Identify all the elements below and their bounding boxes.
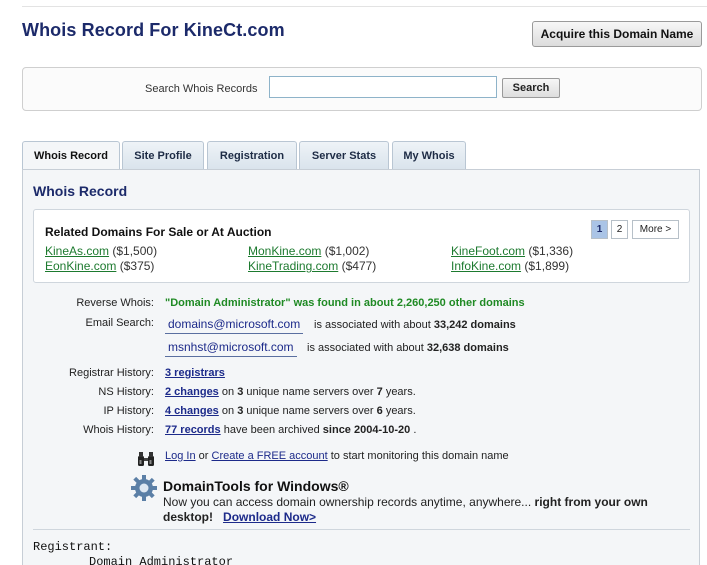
related-domains-title: Related Domains For Sale or At Auction	[45, 225, 272, 239]
related-domain-item: MonKine.com ($1,002)	[248, 244, 369, 258]
related-domain-link[interactable]: KineAs.com	[45, 244, 109, 258]
log-in-link[interactable]: Log In	[165, 450, 196, 462]
ip-history-text: years.	[385, 405, 416, 417]
registrar-history-value: 3 registrars	[165, 367, 225, 379]
ns-history-years: 7	[376, 386, 383, 398]
related-domain-price: ($375)	[119, 259, 155, 273]
monitor-text: or	[198, 450, 209, 462]
search-bar: Search Whois Records Search	[22, 67, 702, 111]
email-association-prefix: is associated with about	[314, 319, 431, 331]
ns-history-label: NS History:	[98, 386, 154, 398]
ns-history-link[interactable]: 2 changes	[165, 386, 219, 398]
gear-icon	[131, 475, 157, 501]
monitor-text: to start monitoring this domain name	[330, 450, 509, 462]
related-domain-item: EonKine.com ($375)	[45, 259, 154, 273]
ip-history-link[interactable]: 4 changes	[165, 405, 219, 417]
monitor-row: Log In or Create a FREE account to start…	[165, 450, 509, 462]
whois-history-value: 77 records have been archived since 2004…	[165, 424, 416, 436]
registrar-history-link[interactable]: 3 registrars	[165, 367, 225, 379]
download-now-link[interactable]: Download Now>	[223, 510, 316, 524]
related-domain-price: ($1,899)	[524, 259, 570, 273]
whois-history-since: since 2004-10-20	[322, 424, 411, 436]
related-domain-item: KineFoot.com ($1,336)	[451, 244, 573, 258]
create-account-link[interactable]: Create a FREE account	[212, 450, 328, 462]
email-link-1[interactable]: domains@microsoft.com	[165, 317, 304, 334]
registrant-name: Domain Administrator	[89, 555, 234, 565]
divider	[33, 529, 690, 530]
reverse-whois-value[interactable]: "Domain Administrator" was found in abou…	[165, 297, 525, 309]
acquire-domain-button[interactable]: Acquire this Domain Name	[532, 21, 702, 47]
related-domain-link[interactable]: KineTrading.com	[248, 259, 338, 273]
search-input[interactable]	[269, 76, 497, 98]
ip-history-text: on	[221, 405, 235, 417]
ip-history-value: 4 changes on 3 unique name servers over …	[165, 405, 416, 417]
domaintools-desc-text: Now you can access domain ownership reco…	[163, 495, 532, 509]
top-rule	[22, 6, 707, 7]
panel-title: Whois Record	[33, 183, 128, 199]
email-search-label: Email Search:	[85, 317, 154, 329]
domaintools-title: DomainTools for Windows®	[163, 478, 349, 494]
email-association-count: 33,242 domains	[433, 319, 516, 331]
ns-history-text: years.	[385, 386, 416, 398]
ns-history-text: on	[221, 386, 235, 398]
registrant-label: Registrant:	[33, 540, 113, 554]
related-domain-item: KineAs.com ($1,500)	[45, 244, 157, 258]
ns-history-value: 2 changes on 3 unique name servers over …	[165, 386, 416, 398]
related-domain-price: ($1,336)	[528, 244, 574, 258]
more-button[interactable]: More >	[632, 220, 679, 239]
related-domain-link[interactable]: InfoKine.com	[451, 259, 521, 273]
tab-site-profile[interactable]: Site Profile	[122, 141, 204, 170]
ip-history-label: IP History:	[103, 405, 154, 417]
ns-history-text: unique name servers over	[246, 386, 374, 398]
related-domain-price: ($1,002)	[324, 244, 370, 258]
ip-history-years: 6	[376, 405, 383, 417]
registrar-history-label: Registrar History:	[69, 367, 154, 379]
ns-history-count: 3	[237, 386, 244, 398]
email-link-2[interactable]: msnhst@microsoft.com	[165, 340, 297, 357]
ip-history-text: unique name servers over	[246, 405, 374, 417]
whois-panel: Whois Record Related Domains For Sale or…	[22, 169, 700, 565]
reverse-whois-label: Reverse Whois:	[76, 297, 154, 309]
binoculars-icon	[138, 452, 154, 466]
email-association-1: is associated with about 33,242 domains	[314, 319, 516, 331]
related-domain-item: InfoKine.com ($1,899)	[451, 259, 569, 273]
tab-whois-record[interactable]: Whois Record	[22, 141, 120, 171]
tab-my-whois[interactable]: My Whois	[392, 141, 466, 170]
email-association-2: is associated with about 32,638 domains	[307, 342, 509, 354]
search-label: Search Whois Records	[145, 83, 258, 95]
email-association-prefix: is associated with about	[307, 342, 424, 354]
related-domains-box: Related Domains For Sale or At Auction 1…	[33, 209, 690, 283]
email-association-count: 32,638 domains	[426, 342, 509, 354]
ip-history-count: 3	[237, 405, 244, 417]
search-button[interactable]: Search	[502, 78, 560, 98]
tab-server-stats[interactable]: Server Stats	[299, 141, 389, 170]
whois-history-label: Whois History:	[83, 424, 154, 436]
related-domain-price: ($1,500)	[112, 244, 158, 258]
domaintools-description: Now you can access domain ownership reco…	[163, 495, 683, 525]
whois-history-link[interactable]: 77 records	[165, 424, 221, 436]
related-domain-link[interactable]: KineFoot.com	[451, 244, 525, 258]
whois-history-text: have been archived	[223, 424, 320, 436]
related-domain-link[interactable]: EonKine.com	[45, 259, 116, 273]
related-domain-item: KineTrading.com ($477)	[248, 259, 376, 273]
page-1-button[interactable]: 1	[591, 220, 608, 239]
page-2-button[interactable]: 2	[611, 220, 628, 239]
whois-history-text: .	[413, 424, 417, 436]
tab-registration[interactable]: Registration	[207, 141, 297, 170]
related-domain-link[interactable]: MonKine.com	[248, 244, 321, 258]
page-title: Whois Record For KineCt.com	[22, 20, 285, 40]
related-domain-price: ($477)	[341, 259, 377, 273]
